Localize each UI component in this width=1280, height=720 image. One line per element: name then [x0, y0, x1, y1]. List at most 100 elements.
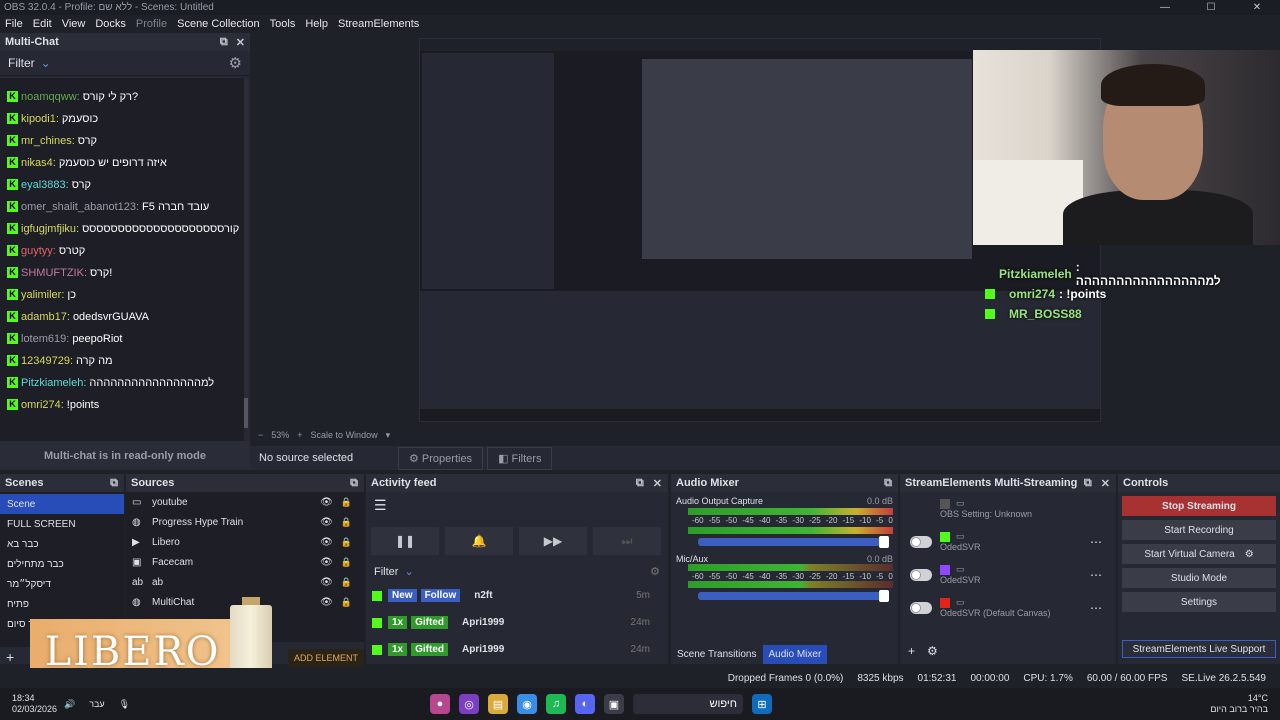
menu-streamelements[interactable]: StreamElements [333, 18, 424, 30]
float-icon[interactable]: ⧉ [636, 477, 644, 490]
skip-button[interactable]: ▶▶ [519, 527, 587, 555]
hamburger-menu-icon[interactable]: ☰ [366, 492, 668, 519]
maximize-button[interactable]: ☐ [1188, 0, 1234, 15]
account-toggle[interactable] [910, 568, 932, 581]
chevron-down-icon[interactable]: ⌄ [404, 565, 413, 578]
add-account-icon[interactable]: + [908, 644, 915, 658]
tab-audio-mixer[interactable]: Audio Mixer [762, 645, 828, 664]
spotify-app-icon[interactable]: ♫ [546, 694, 566, 714]
activity-filter[interactable]: Filter [374, 566, 398, 578]
eye-icon[interactable]: 👁 [320, 557, 333, 568]
source-item[interactable]: ▭ youtube 👁 🔒 [126, 492, 364, 512]
close-icon[interactable]: ✕ [236, 36, 245, 49]
multichat-filter[interactable]: Filter ⌄ ⚙ [0, 51, 250, 76]
lock-icon[interactable]: 🔒 [341, 577, 352, 588]
tab-scene-transitions[interactable]: Scene Transitions [671, 645, 763, 664]
lock-icon[interactable]: 🔒 [341, 517, 352, 528]
close-window-button[interactable]: ✕ [1234, 0, 1280, 15]
menu-scene-collection[interactable]: Scene Collection [172, 18, 265, 30]
discord-app-icon[interactable]: ◐ [575, 694, 595, 714]
eye-icon[interactable]: 👁 [320, 497, 333, 508]
stop-streaming-button[interactable]: Stop Streaming [1122, 496, 1276, 516]
more-icon[interactable]: ⋯ [1090, 601, 1102, 615]
bell-icon[interactable]: 🔔 [445, 527, 513, 555]
scene-item[interactable]: דיסקל״מר [0, 574, 124, 594]
studio-mode-button[interactable]: Studio Mode [1122, 568, 1276, 588]
monitor-icon: ▭ [956, 564, 965, 574]
language-indicator[interactable]: עבר [89, 699, 104, 709]
explorer-app-icon[interactable]: ▣ [604, 694, 624, 714]
speaker-icon[interactable]: 🔊 [64, 699, 75, 710]
lock-icon[interactable]: 🔒 [341, 537, 352, 548]
eye-icon[interactable]: 👁 [320, 537, 333, 548]
source-item[interactable]: ab ab 👁 🔒 [126, 572, 364, 592]
start-virtual-camera-button[interactable]: Start Virtual Camera ⚙ [1122, 544, 1276, 564]
settings-button[interactable]: Settings [1122, 592, 1276, 612]
close-icon[interactable]: ✕ [653, 477, 662, 490]
float-icon[interactable]: ⧉ [220, 36, 228, 49]
scene-item[interactable]: כבר מתחילים [0, 554, 124, 574]
gear-icon[interactable]: ⚙ [927, 644, 938, 658]
scene-item[interactable]: FULL SCREEN [0, 514, 124, 534]
mixer-channel: Mic/Aux 0.0 dB -60 -55 -50 -45 -40 -35 -30 -25 -20… [671, 550, 898, 604]
menu-edit[interactable]: Edit [28, 18, 57, 30]
chevron-down-icon[interactable]: ▾ [386, 430, 391, 441]
menu-tools[interactable]: Tools [265, 18, 301, 30]
properties-button[interactable]: ⚙ Properties [398, 446, 484, 470]
menu-docks[interactable]: Docks [90, 18, 131, 30]
activity-event[interactable]: 1x Gifted Apri1999 24m [366, 636, 668, 663]
monitor-icon: ▭ [956, 498, 965, 508]
lock-icon[interactable]: 🔒 [341, 497, 352, 508]
account-toggle[interactable] [910, 601, 932, 614]
more-icon[interactable]: ⋯ [1090, 535, 1102, 549]
minimize-button[interactable]: — [1142, 0, 1188, 15]
float-icon[interactable]: ⧉ [350, 477, 358, 490]
account-toggle[interactable] [910, 535, 932, 548]
windows-start-icon[interactable]: ⊞ [752, 694, 772, 714]
scale-mode[interactable]: Scale to Window [311, 430, 378, 440]
skip-end-button[interactable]: ⏭ [593, 527, 661, 555]
activity-event[interactable]: 1x Gifted Apri1999 24m [366, 609, 668, 636]
mic-icon[interactable]: 🎙 [119, 699, 130, 710]
streamlabs-app-icon[interactable]: ◎ [459, 694, 479, 714]
close-icon[interactable]: ✕ [1101, 477, 1110, 490]
volume-slider[interactable] [698, 590, 889, 602]
search-box[interactable]: חיפוש [633, 694, 743, 714]
float-icon[interactable]: ⧉ [1084, 477, 1092, 490]
menu-file[interactable]: File [0, 18, 28, 30]
gear-icon[interactable]: ⚙ [650, 565, 660, 578]
chat-scrollbar[interactable] [244, 78, 248, 428]
volume-slider[interactable] [698, 536, 889, 548]
source-item[interactable]: ◍ Progress Hype Train 👁 🔒 [126, 512, 364, 532]
gear-icon[interactable]: ⚙ [1245, 549, 1254, 560]
live-support-button[interactable]: StreamElements Live Support [1122, 640, 1276, 658]
start-recording-button[interactable]: Start Recording [1122, 520, 1276, 540]
pause-button[interactable]: ❚❚ [371, 527, 439, 555]
more-icon[interactable]: ⋯ [1090, 568, 1102, 582]
eye-icon[interactable]: 👁 [320, 517, 333, 528]
filters-button[interactable]: ◧ Filters [487, 446, 553, 470]
source-item[interactable]: ▶ Libero 👁 🔒 [126, 532, 364, 552]
menu-profile[interactable]: Profile [131, 18, 172, 30]
scene-item[interactable]: Scene [0, 494, 124, 514]
plus-icon[interactable]: + [297, 430, 302, 440]
lock-icon[interactable]: 🔒 [341, 557, 352, 568]
activity-event[interactable]: New Follow n2ft 5m [366, 582, 668, 609]
scene-item[interactable]: כבר בא [0, 534, 124, 554]
eye-icon[interactable]: 👁 [320, 597, 333, 608]
files-app-icon[interactable]: ▤ [488, 694, 508, 714]
gear-icon[interactable]: ⚙ [229, 54, 242, 72]
chrome-app-icon[interactable]: ◉ [517, 694, 537, 714]
float-icon[interactable]: ⧉ [884, 477, 892, 490]
zoom-level[interactable]: 53% [271, 430, 289, 440]
add-element-button[interactable]: ADD ELEMENT [288, 649, 365, 667]
lock-icon[interactable]: 🔒 [341, 597, 352, 608]
tick-label: -60 [692, 572, 704, 581]
minus-icon[interactable]: − [258, 430, 263, 440]
source-item[interactable]: ▣ Facecam 👁 🔒 [126, 552, 364, 572]
obs-app-icon[interactable]: ● [430, 694, 450, 714]
menu-help[interactable]: Help [300, 18, 333, 30]
eye-icon[interactable]: 👁 [320, 577, 333, 588]
menu-view[interactable]: View [57, 18, 91, 30]
float-icon[interactable]: ⧉ [110, 477, 118, 490]
